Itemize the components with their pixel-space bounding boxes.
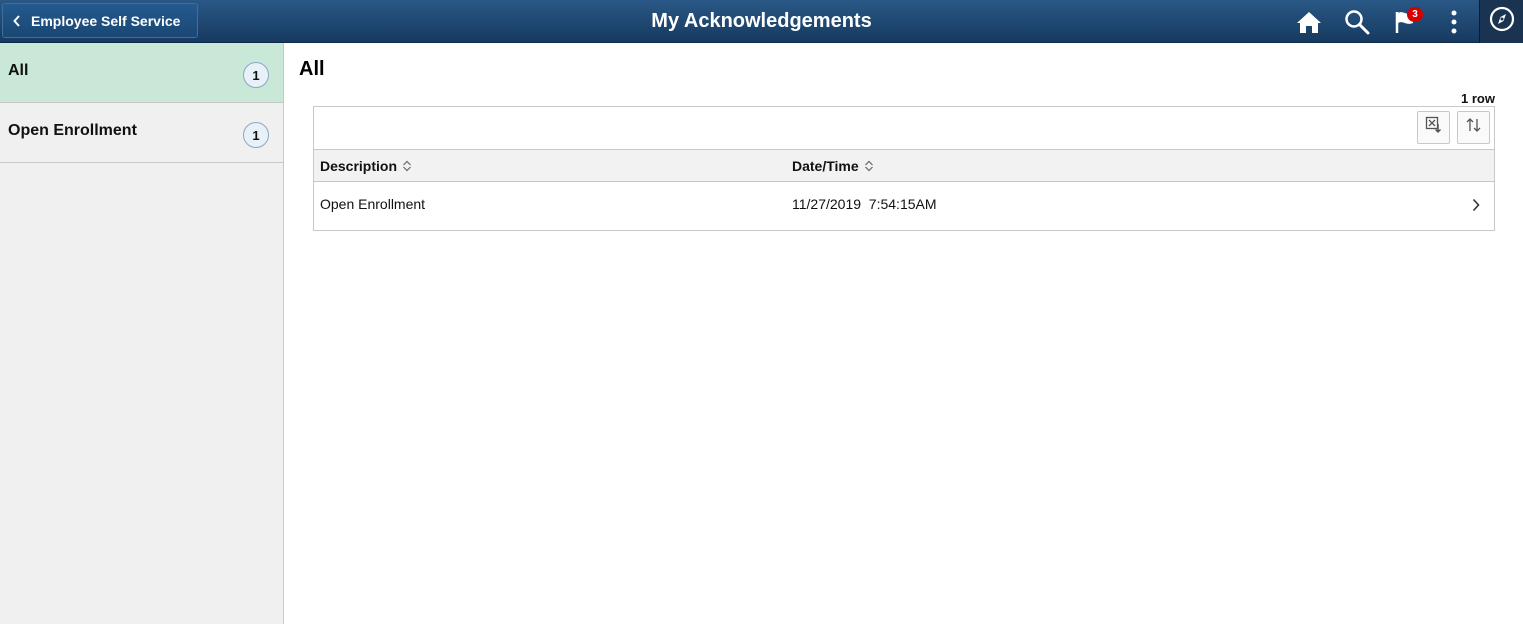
app-header: Employee Self Service My Acknowledgement…: [0, 0, 1523, 43]
sidebar: All 1 Open Enrollment 1: [0, 43, 284, 624]
notifications-flag-icon[interactable]: 3: [1392, 7, 1423, 36]
sidebar-item-all[interactable]: All 1: [0, 43, 283, 103]
datetime-cell: 11/27/2019 7:54:15AM: [792, 196, 937, 212]
actions-menu-icon[interactable]: [1440, 8, 1468, 36]
sidebar-item-label: Open Enrollment: [8, 122, 137, 139]
sort-icon: [1465, 116, 1483, 139]
grid-toolbar: [314, 107, 1494, 149]
column-header-label: Date/Time: [792, 158, 859, 174]
chevron-right-icon: [1472, 198, 1480, 212]
column-header-description[interactable]: Description: [320, 158, 412, 174]
sidebar-item-count-badge: 1: [243, 62, 269, 88]
sidebar-item-label: All: [8, 62, 29, 79]
sidebar-item-count-badge: 1: [243, 122, 269, 148]
search-icon[interactable]: [1343, 8, 1371, 36]
content-title: All: [299, 58, 325, 80]
home-icon[interactable]: [1295, 8, 1323, 36]
navbar-button[interactable]: [1479, 0, 1523, 43]
back-button[interactable]: Employee Self Service: [2, 3, 198, 38]
column-header-label: Description: [320, 158, 398, 174]
download-excel-icon: [1425, 116, 1443, 139]
sort-toggle-icon: [864, 160, 874, 172]
chevron-left-icon: [13, 14, 21, 27]
column-header-datetime[interactable]: Date/Time: [792, 158, 874, 174]
back-button-label: Employee Self Service: [31, 12, 181, 29]
acknowledgements-grid: Description Date/Time Open Enrollment 11…: [313, 106, 1495, 231]
description-cell: Open Enrollment: [320, 196, 426, 212]
sort-toggle-icon: [402, 160, 412, 172]
download-excel-button[interactable]: [1417, 111, 1450, 144]
sidebar-item-open-enrollment[interactable]: Open Enrollment 1: [0, 103, 283, 163]
row-count: 1 row: [1461, 91, 1495, 106]
table-row[interactable]: Open Enrollment 11/27/2019 7:54:15AM: [314, 182, 1494, 230]
sort-button[interactable]: [1457, 111, 1490, 144]
navbar-compass-icon: [1489, 6, 1515, 37]
notification-count-badge: 3: [1407, 7, 1423, 22]
grid-header-row: Description Date/Time: [314, 149, 1494, 182]
